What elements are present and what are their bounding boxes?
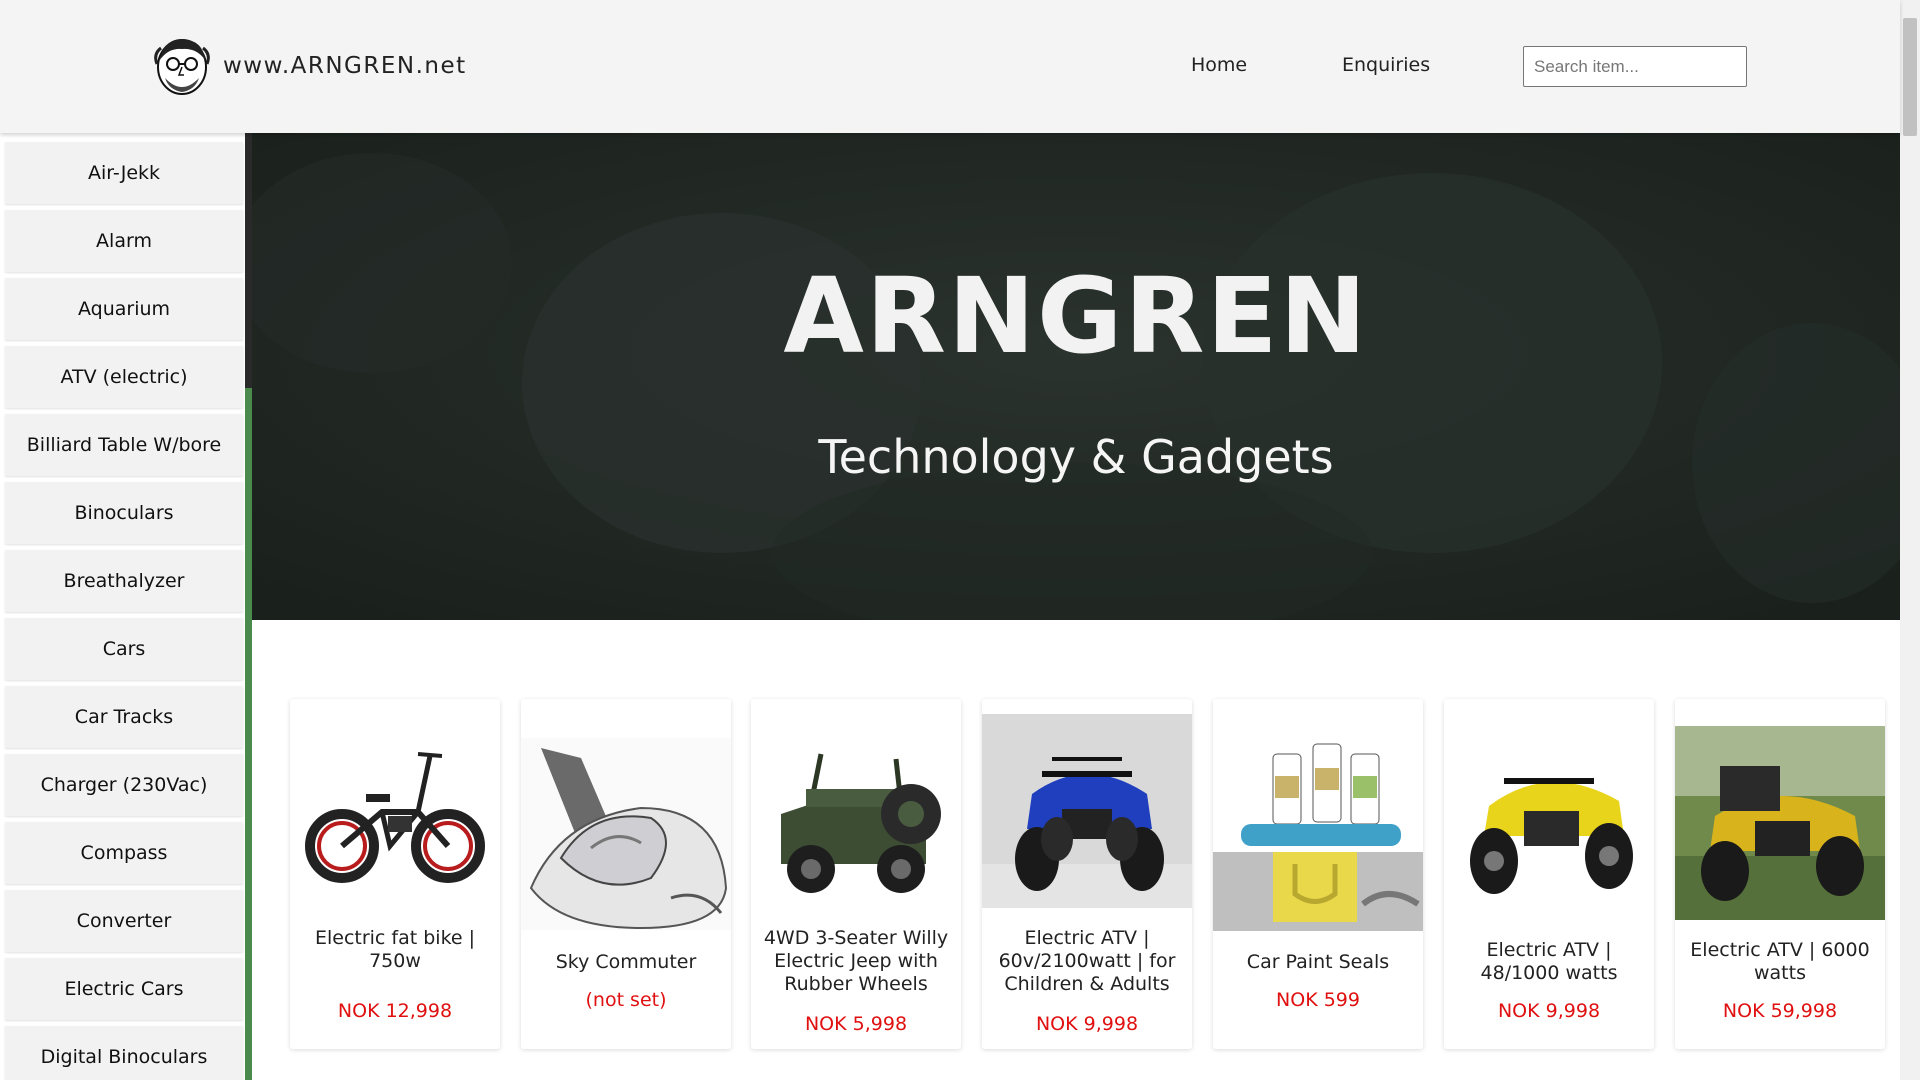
sidebar-accent-bar-top [245,133,252,388]
hero-banner: ARNGREN Technology & Gadgets [252,133,1900,620]
hero-text: ARNGREN Technology & Gadgets [252,133,1900,620]
product-price: NOK 59,998 [1722,1000,1838,1022]
yellow-atv-grass-image [1675,726,1885,920]
product-image[interactable] [751,734,961,904]
blue-atv-image [982,714,1192,908]
product-card[interactable]: Car Paint Seals NOK 599 [1213,699,1423,1049]
category-sidebar: Air-Jekk Alarm Aquarium ATV (electric) B… [0,133,252,1080]
product-image[interactable] [1675,726,1885,920]
logo[interactable]: www.ARNGREN.net [151,34,467,98]
search-input[interactable] [1523,46,1747,87]
product-image[interactable] [521,738,731,930]
product-name[interactable]: Electric ATV | 48/1000 watts [1452,939,1646,985]
jeep-image [781,753,941,893]
page-scrollbar[interactable] [1900,0,1920,1080]
product-card[interactable]: Electric ATV | 48/1000 watts NOK 9,998 [1444,699,1654,1049]
product-name[interactable]: Car Paint Seals [1221,951,1415,974]
sidebar-item-breathalyzer[interactable]: Breathalyzer [5,550,243,612]
fat-bike-image [305,752,485,883]
product-name[interactable]: Electric ATV | 60v/2100watt | for Childr… [990,927,1184,996]
sidebar-item-binoculars[interactable]: Binoculars [5,482,243,544]
product-card[interactable]: Sky Commuter (not set) [521,699,731,1049]
product-card[interactable]: Electric fat bike | 750w NOK 12,998 [290,699,500,1049]
sidebar-item-charger[interactable]: Charger (230Vac) [5,754,243,816]
sidebar-item-car-tracks[interactable]: Car Tracks [5,686,243,748]
sky-commuter-image [521,738,731,930]
hero-title: ARNGREN [783,255,1369,377]
sidebar-item-alarm[interactable]: Alarm [5,210,243,272]
sidebar-item-digital-binoculars[interactable]: Digital Binoculars [5,1026,243,1080]
product-price: NOK 5,998 [804,1013,908,1035]
product-card[interactable]: 4WD 3-Seater Willy Electric Jeep with Ru… [751,699,961,1049]
product-grid: Electric fat bike | 750w NOK 12,998 Sky … [252,620,1900,1080]
hero-subtitle: Technology & Gadgets [818,430,1334,484]
sidebar-item-electric-cars[interactable]: Electric Cars [5,958,243,1020]
yellow-atv-image [1444,726,1654,906]
product-image[interactable] [290,734,500,889]
product-price: NOK 9,998 [1035,1013,1139,1035]
product-price: NOK 599 [1276,989,1360,1011]
product-image[interactable] [1213,734,1423,931]
nav-enquiries-link[interactable]: Enquiries [1342,54,1430,76]
product-name[interactable]: Sky Commuter [529,951,723,974]
sidebar-item-cars[interactable]: Cars [5,618,243,680]
paint-seals-image [1213,734,1423,931]
product-image[interactable] [1444,726,1654,906]
sidebar-item-atv-electric[interactable]: ATV (electric) [5,346,243,408]
site-name: www.ARNGREN.net [223,53,467,79]
scrollbar-thumb[interactable] [1903,18,1917,136]
product-image[interactable] [982,714,1192,908]
product-name[interactable]: Electric fat bike | 750w [298,927,492,973]
product-card[interactable]: Electric ATV | 6000 watts NOK 59,998 [1675,699,1885,1049]
product-price: NOK 9,998 [1497,1000,1601,1022]
product-name[interactable]: 4WD 3-Seater Willy Electric Jeep with Ru… [759,927,953,996]
logo-face-icon [154,39,210,95]
product-card[interactable]: Electric ATV | 60v/2100watt | for Childr… [982,699,1192,1049]
nav-home-link[interactable]: Home [1191,54,1247,76]
product-name[interactable]: Electric ATV | 6000 watts [1683,939,1877,985]
sidebar-item-compass[interactable]: Compass [5,822,243,884]
sidebar-item-converter[interactable]: Converter [5,890,243,952]
sidebar-item-aquarium[interactable]: Aquarium [5,278,243,340]
sidebar-item-air-jekk[interactable]: Air-Jekk [5,142,243,204]
product-price: NOK 12,998 [337,1000,453,1022]
product-price: (not set) [585,989,667,1011]
sidebar-item-billiard-table[interactable]: Billiard Table W/bore [5,414,243,476]
site-header: www.ARNGREN.net Home Enquiries [0,0,1900,133]
